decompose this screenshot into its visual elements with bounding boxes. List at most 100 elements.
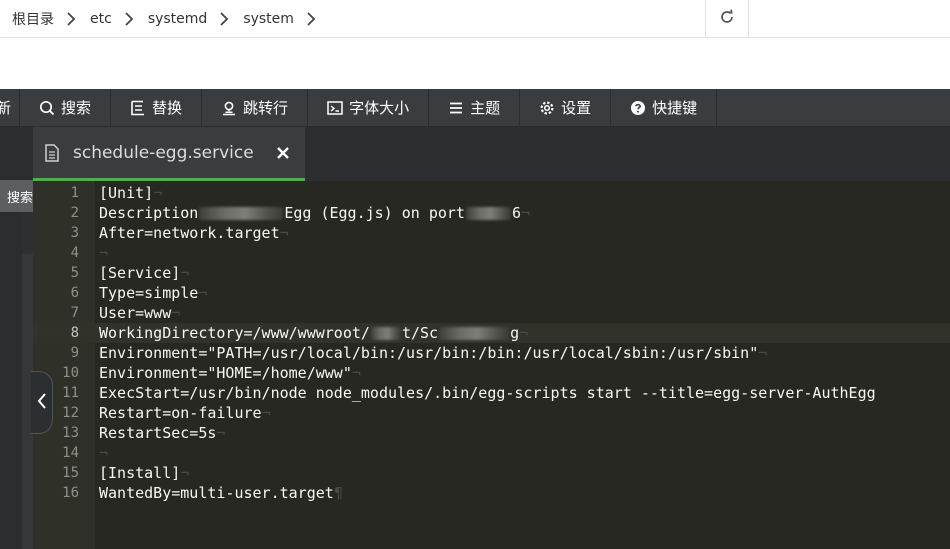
toolbar-search-button[interactable]: 搜索 [20, 89, 112, 126]
line-text: WantedBy=multi-user.target¶ [99, 484, 343, 502]
replace-icon [130, 100, 146, 116]
gear-icon [539, 100, 555, 116]
path-bar: 根目录 etc systemd system [0, 0, 950, 38]
line-number: 15 [62, 465, 79, 481]
file-tree-panel: 搜索 [0, 127, 33, 549]
redacted-text [370, 327, 401, 340]
line-number: 6 [70, 285, 79, 301]
line-number: 14 [62, 445, 79, 461]
code-line: 4 ¬ [33, 243, 950, 263]
code-line: 15 [Install]¬ [33, 463, 950, 483]
line-text: [Unit]¬ [99, 184, 163, 202]
redacted-text [199, 207, 284, 220]
toolbar-shortcuts-label: 快捷键 [652, 99, 698, 117]
line-text: Restart=on-failure¬ [99, 404, 271, 422]
code-lines: 1 [Unit]¬ 2 Description Egg (Egg.js) on por… [33, 183, 950, 503]
toolbar-theme-button[interactable]: 主题 [429, 89, 521, 126]
line-number: 4 [70, 245, 79, 261]
line-number: 3 [70, 225, 79, 241]
code-line: 12 Restart=on-failure¬ [33, 403, 950, 423]
editor-toolbar: 新 搜索 替换 跳转行 字体大小 主题 设置 快捷键 [0, 89, 950, 127]
chevron-right-icon [64, 11, 78, 26]
line-number: 2 [70, 205, 79, 221]
chevron-right-icon [217, 11, 231, 26]
code-editor[interactable]: 1 [Unit]¬ 2 Description Egg (Egg.js) on por… [33, 181, 950, 549]
menu-icon [448, 100, 464, 116]
refresh-icon [719, 8, 735, 29]
line-text: Type=simple¬ [99, 284, 208, 302]
tab-schedule-egg-service[interactable]: schedule-egg.service [33, 127, 305, 181]
blank-area [0, 38, 950, 89]
close-icon [277, 147, 289, 159]
code-line: 1 [Unit]¬ [33, 183, 950, 203]
toolbar-settings-label: 设置 [561, 99, 592, 117]
tab-title: schedule-egg.service [73, 143, 254, 163]
help-icon [630, 100, 646, 116]
toolbar-replace-label: 替换 [152, 99, 183, 117]
search-icon [39, 100, 55, 116]
code-line: 14 ¬ [33, 443, 950, 463]
line-text: ¬ [99, 444, 109, 462]
code-line: 13 RestartSec=5s¬ [33, 423, 950, 443]
line-text: ExecStart=/usr/bin/node node_modules/.bi… [99, 384, 876, 402]
line-text: Environment="PATH=/usr/local/bin:/usr/bi… [99, 344, 768, 362]
file-icon [44, 144, 60, 162]
line-text: RestartSec=5s¬ [99, 424, 226, 442]
toolbar-theme-label: 主题 [470, 99, 501, 117]
toolbar-goto-label: 跳转行 [243, 99, 289, 117]
line-text: ¬ [99, 244, 109, 262]
toolbar-search-label: 搜索 [61, 99, 92, 117]
line-number: 8 [70, 325, 79, 341]
code-line: 2 Description Egg (Egg.js) on port 6¬ [33, 203, 950, 223]
toolbar-new-label: 新 [0, 99, 12, 117]
side-scrollbar-track-top [22, 212, 33, 254]
breadcrumb-label: 根目录 [12, 11, 54, 28]
code-line: 3 After=network.target¬ [33, 223, 950, 243]
line-text: [Service]¬ [99, 264, 190, 282]
code-line: 16 WantedBy=multi-user.target¶ [33, 483, 950, 503]
line-number: 5 [70, 265, 79, 281]
tab-bar: schedule-egg.service [33, 127, 950, 181]
redacted-text [465, 207, 511, 220]
breadcrumb-item-etc[interactable]: etc [84, 0, 142, 37]
location-pin-icon [221, 100, 237, 116]
breadcrumb-label: systemd [147, 10, 208, 27]
toolbar-replace-button[interactable]: 替换 [111, 89, 203, 126]
line-text: After=network.target¬ [99, 224, 289, 242]
line-number: 7 [70, 305, 79, 321]
toolbar-shortcuts-button[interactable]: 快捷键 [611, 89, 718, 126]
breadcrumb-item-systemd[interactable]: systemd [142, 0, 238, 37]
chevron-left-icon [36, 392, 48, 414]
line-text: Description Egg (Egg.js) on port 6¬ [99, 204, 531, 222]
code-line: 6 Type=simple¬ [33, 283, 950, 303]
code-line: 7 User=www¬ [33, 303, 950, 323]
tab-close-button[interactable] [273, 143, 293, 163]
code-line: 5 [Service]¬ [33, 263, 950, 283]
line-number: 9 [70, 345, 79, 361]
chevron-right-icon [304, 11, 318, 26]
line-text: [Install]¬ [99, 464, 190, 482]
redacted-text [439, 327, 510, 340]
code-line: 11 ExecStart=/usr/bin/node node_modules/.… [33, 383, 950, 403]
collapse-sidebar-button[interactable] [31, 371, 53, 434]
breadcrumb-item-root[interactable]: 根目录 [6, 0, 84, 37]
line-text: User=www¬ [99, 304, 181, 322]
toolbar-font-size-label: 字体大小 [349, 99, 410, 117]
line-text: WorkingDirectory=/www/wwwroot/t/Sc g¬ [99, 324, 529, 342]
toolbar-goto-button[interactable]: 跳转行 [202, 89, 309, 126]
line-text: Environment="HOME=/home/www"¬ [99, 364, 361, 382]
side-search-label: 搜索 [6, 190, 33, 206]
breadcrumb-label: system [243, 10, 294, 27]
toolbar-new-button[interactable]: 新 [0, 89, 21, 126]
chevron-right-icon [122, 11, 136, 26]
toolbar-settings-button[interactable]: 设置 [520, 89, 612, 126]
refresh-button[interactable] [705, 0, 749, 37]
breadcrumb-label: etc [90, 10, 112, 27]
code-line: 9 Environment="PATH=/usr/local/bin:/usr/b… [33, 343, 950, 363]
toolbar-font-size-button[interactable]: 字体大小 [308, 89, 430, 126]
side-search-button[interactable]: 搜索 [0, 180, 33, 212]
code-line: 10 Environment="HOME=/home/www"¬ [33, 363, 950, 383]
code-line-active: 8 WorkingDirectory=/www/wwwroot/t/Sc g¬ [33, 323, 950, 343]
font-size-icon [327, 100, 343, 116]
breadcrumb-item-system[interactable]: system [237, 0, 324, 37]
